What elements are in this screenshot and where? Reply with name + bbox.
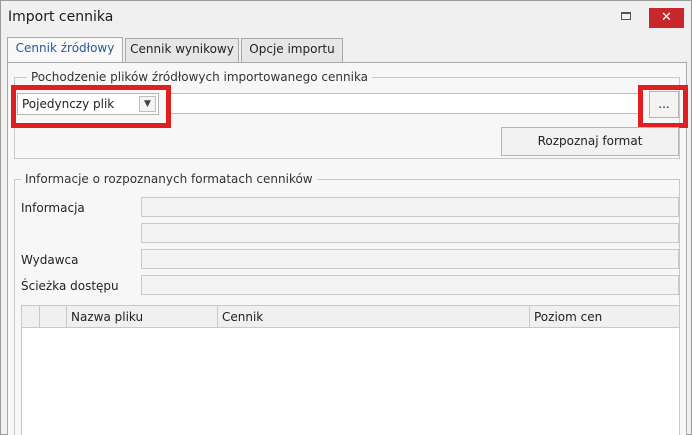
publisher-field bbox=[141, 249, 679, 269]
publisher-label: Wydawca bbox=[21, 253, 79, 267]
grid-header: Nazwa pliku Cennik Poziom cen bbox=[22, 306, 679, 328]
window-title: Import cennika bbox=[8, 9, 114, 25]
title-bar: Import cennika ✕ bbox=[1, 1, 691, 35]
tab-import-options[interactable]: Opcje importu bbox=[241, 38, 343, 62]
source-path-input[interactable] bbox=[166, 93, 640, 114]
formats-grid[interactable]: Nazwa pliku Cennik Poziom cen bbox=[21, 305, 680, 435]
info-label: Informacja bbox=[21, 201, 85, 215]
highlight-box-mode bbox=[11, 85, 171, 128]
grid-col-price-level[interactable]: Poziom cen bbox=[530, 306, 679, 328]
detect-format-button[interactable]: Rozpoznaj format bbox=[501, 127, 679, 156]
path-label: Ścieżka dostępu bbox=[21, 279, 119, 293]
info-field-1 bbox=[141, 197, 679, 217]
highlight-box-browse bbox=[638, 85, 688, 128]
grid-col-indicator[interactable] bbox=[22, 306, 40, 328]
source-group-label: Pochodzenie plików źródłowych importowan… bbox=[27, 69, 373, 85]
info-group-label: Informacje o rozpoznanych formatach cenn… bbox=[21, 171, 317, 187]
import-window: Import cennika ✕ Cennik źródłowy Cennik … bbox=[0, 0, 692, 435]
minimize-button[interactable] bbox=[621, 12, 631, 20]
tab-result-pricelist[interactable]: Cennik wynikowy bbox=[125, 38, 239, 62]
grid-col-select[interactable] bbox=[40, 306, 67, 328]
info-field-2 bbox=[141, 223, 679, 243]
tab-source-pricelist[interactable]: Cennik źródłowy bbox=[7, 37, 123, 63]
grid-col-filename[interactable]: Nazwa pliku bbox=[67, 306, 218, 328]
grid-col-pricelist[interactable]: Cennik bbox=[218, 306, 530, 328]
path-field bbox=[141, 275, 679, 295]
close-button[interactable]: ✕ bbox=[649, 8, 684, 28]
